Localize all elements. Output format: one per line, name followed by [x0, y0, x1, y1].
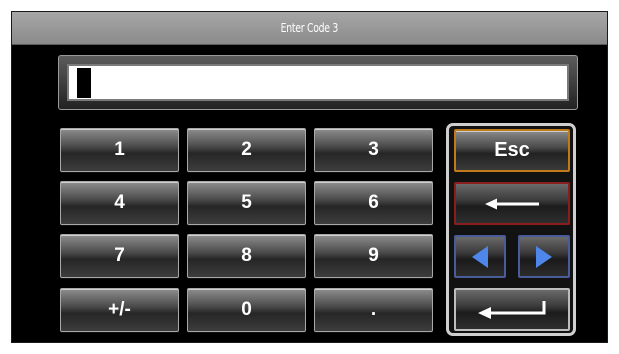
key-5[interactable]: 5 — [187, 181, 306, 225]
backspace-arrow-icon — [485, 198, 539, 210]
enter-button[interactable] — [454, 288, 570, 331]
title-bar: Enter Code 3 — [12, 12, 607, 45]
text-cursor — [77, 68, 91, 98]
triangle-right-icon — [534, 245, 554, 269]
triangle-left-icon — [470, 245, 490, 269]
key-plus-minus[interactable]: +/- — [60, 288, 179, 332]
page-title: Enter Code 3 — [280, 21, 339, 35]
key-4[interactable]: 4 — [60, 181, 179, 225]
key-2[interactable]: 2 — [187, 128, 306, 172]
esc-button[interactable]: Esc — [454, 129, 570, 172]
backspace-button[interactable] — [454, 182, 570, 225]
code-input-frame — [58, 55, 578, 110]
key-8[interactable]: 8 — [187, 234, 306, 278]
key-3[interactable]: 3 — [314, 128, 433, 172]
cursor-right-button[interactable] — [518, 235, 570, 278]
cursor-left-button[interactable] — [454, 235, 506, 278]
key-decimal-point[interactable]: . — [314, 288, 433, 332]
code-input[interactable] — [67, 64, 569, 101]
key-6[interactable]: 6 — [314, 181, 433, 225]
key-1[interactable]: 1 — [60, 128, 179, 172]
key-9[interactable]: 9 — [314, 234, 433, 278]
enter-return-icon — [476, 299, 548, 321]
key-7[interactable]: 7 — [60, 234, 179, 278]
code-entry-screen: Enter Code 3 1 2 3 4 5 6 7 8 9 +/- 0 . E… — [0, 0, 619, 354]
key-0[interactable]: 0 — [187, 288, 306, 332]
